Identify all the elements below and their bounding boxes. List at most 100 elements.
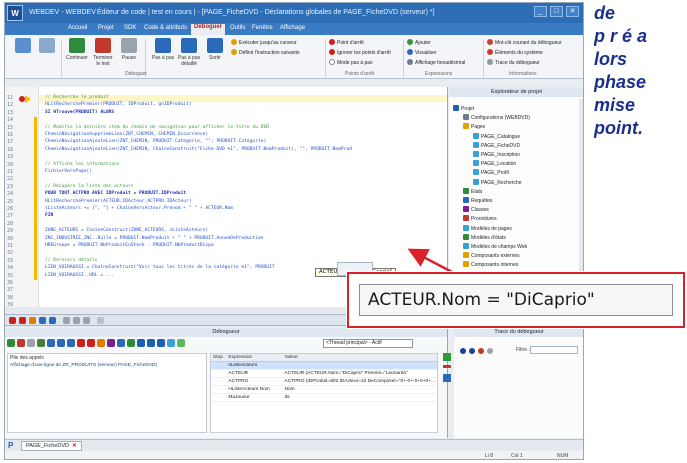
code-line[interactable]: LIEN_VOIRAUSSI = ChaîneConstruit("Voir t… (45, 265, 275, 270)
watch-col-expression[interactable]: Expression (226, 354, 283, 362)
tab-projet[interactable]: Projet (95, 25, 117, 31)
minus-icon[interactable] (443, 365, 451, 368)
minimize-button[interactable]: _ (534, 6, 547, 17)
code-line[interactable]: HLitRecherchePremier(PRODUIT, IDProduit,… (45, 102, 192, 107)
toolbar-icon[interactable] (15, 38, 31, 53)
stop-icon[interactable] (17, 339, 25, 347)
filter-input[interactable] (530, 346, 578, 354)
code-line[interactable]: CheminNavigationAjouteLien(ZNT_CHEMIN, C… (45, 147, 352, 152)
code-line[interactable]: FIN (45, 213, 53, 218)
continue-icon[interactable] (7, 339, 15, 347)
code-line[interactable]: CheminNavigationSupprimeLien(ZNT_CHEMIN,… (45, 132, 208, 137)
explorer-item[interactable]: Etats (463, 187, 482, 196)
close-icon[interactable]: ✕ (72, 443, 77, 449)
explorer-item[interactable]: Modèles de champs Web (463, 243, 527, 251)
system-elements-button[interactable]: Éléments du système (487, 49, 543, 57)
step-out-icon[interactable] (67, 339, 75, 347)
code-line[interactable]: // Modifie la dernière item du chemin de… (45, 125, 269, 130)
code-line[interactable]: FichierVersPage() (45, 169, 92, 174)
debugger-trace-button[interactable]: Trace du débogueur (487, 59, 540, 67)
explorer-item[interactable]: Configurations (WEBDVD) (463, 114, 530, 122)
pause-button[interactable]: Pause (117, 38, 141, 61)
breakpoint-icon[interactable] (9, 317, 16, 324)
run-to-cursor-button[interactable]: Exécuter jusqu'au curseur (231, 39, 297, 47)
current-keyword-button[interactable]: Mot-clé courant du débogueur (487, 39, 562, 47)
tool-icon[interactable] (107, 339, 115, 347)
code-line[interactable]: sListeActeurs += [", "] + ChaîneVersActe… (45, 206, 233, 211)
code-line[interactable]: // Recherche le produit (45, 95, 109, 100)
doc-tab-page-fichedvd[interactable]: PAGE_FicheDVD ✕ (21, 441, 82, 451)
step-out-button[interactable]: Sortir (203, 38, 227, 61)
tab-affichage[interactable]: Affichage (277, 25, 308, 31)
explorer-item[interactable]: Projet (453, 105, 474, 113)
code-line[interactable]: // Derniers détails (45, 258, 98, 263)
code-line[interactable]: // Affiche les informations (45, 162, 120, 167)
step-into-button[interactable]: Pas à pas détaillé (177, 38, 201, 67)
tool-icon[interactable] (127, 339, 135, 347)
code-line[interactable]: HLitRecherchePremier(ACTEUR,IDActeur,ACT… (45, 199, 192, 204)
watch-row[interactable]: ACTEUR ACTEUR (ACTEUR.Nom="DiCaprio" Pren… (211, 369, 437, 378)
watch-col-value[interactable]: Valeur (282, 354, 437, 362)
explorer-item[interactable]: PAGE_Inscription (473, 151, 520, 159)
explorer-item[interactable]: PAGE_Location (473, 160, 516, 168)
watch-row[interactable]: sListeActeurs (211, 361, 437, 370)
step-mode-button[interactable]: Mode pas à pas (329, 59, 373, 67)
code-line[interactable]: SI HTrouve(PRODUIT) ALORS (45, 110, 114, 115)
step-button[interactable]: Pas à pas (151, 38, 175, 61)
tool-icon[interactable] (83, 317, 90, 324)
tool-icon[interactable] (147, 339, 155, 347)
code-line[interactable]: LIEN_VOIRAUSSI..URL = ... (45, 273, 114, 278)
close-icon[interactable] (27, 339, 35, 347)
thread-select[interactable]: <Thread principal> - Actif (323, 339, 413, 348)
watch-row[interactable]: HListeActeurs.Nom Nom (211, 385, 437, 394)
maximize-button[interactable]: □ (550, 6, 563, 17)
watch-col-stop[interactable]: Stop (211, 354, 227, 362)
code-line[interactable]: HREGroupe = PRODUIT.NbProduitEnStock - P… (45, 243, 214, 248)
tab-outils[interactable]: Outils (227, 25, 248, 31)
tab-deboguer[interactable]: Déboguer (191, 24, 226, 35)
tool-icon[interactable] (73, 317, 80, 324)
code-line[interactable]: // Récupère la liste des acteurs (45, 184, 134, 189)
trace-dot[interactable] (487, 348, 493, 354)
code-line[interactable]: ZNC_INDUSTRIE_ZNC..Bulle = PRODUIT.NomPr… (45, 236, 264, 241)
explorer-item[interactable]: Procédures (463, 215, 497, 223)
explorer-item[interactable]: Classes (463, 206, 489, 214)
explorer-item[interactable]: Composants externes (463, 252, 520, 260)
stop-test-button[interactable]: Terminer le test (91, 38, 115, 67)
explorer-item[interactable]: PAGE_Catalogue (473, 132, 520, 141)
tool-icon[interactable] (167, 339, 175, 347)
tab-sdk[interactable]: SDK (121, 25, 139, 31)
tool-icon[interactable] (117, 339, 125, 347)
tool-icon[interactable] (97, 317, 104, 324)
step-icon[interactable] (49, 317, 56, 324)
tab-code[interactable]: Code & attributs (141, 25, 190, 31)
breakpoint-icon[interactable] (87, 339, 95, 347)
tool-icon[interactable] (137, 339, 145, 347)
tool-icon[interactable] (177, 339, 185, 347)
sort-icon[interactable] (443, 374, 451, 382)
trace-dot[interactable] (469, 348, 475, 354)
trace-dot[interactable] (478, 348, 484, 354)
tab-accueil[interactable]: Accueil (65, 25, 90, 31)
step-icon[interactable] (47, 339, 55, 347)
settings-icon[interactable] (37, 339, 45, 347)
add-expression-button[interactable]: Ajouter (407, 39, 431, 47)
explorer-item[interactable]: Modèles de pages (463, 224, 512, 233)
explorer-item[interactable]: Modèles d'états (463, 233, 506, 242)
watch-row[interactable]: MaJoueur ds (211, 393, 437, 402)
step-into-icon[interactable] (57, 339, 65, 347)
explorer-item[interactable]: Composants internes (463, 261, 518, 269)
close-button[interactable]: ✕ (566, 6, 579, 17)
code-line[interactable]: CheminNavigationAjouteLien(ZNT_CHEMIN, P… (45, 139, 266, 144)
explorer-item[interactable]: PAGE_FicheDVD (473, 141, 520, 150)
trace-dot[interactable] (460, 348, 466, 354)
watch-icon[interactable] (97, 339, 105, 347)
tool-icon[interactable] (63, 317, 70, 324)
tab-fenetre[interactable]: Fenêtre (249, 25, 276, 31)
continue-button[interactable]: Continuer (65, 38, 89, 61)
breakpoint-button[interactable]: Point d'arrêt (329, 39, 364, 47)
explorer-item[interactable]: Pages (463, 123, 485, 131)
plus-icon[interactable] (443, 353, 451, 361)
view-expression-button[interactable]: Visualiser (407, 49, 437, 57)
set-next-statement-button[interactable]: Définir l'instruction suivante (231, 49, 300, 57)
